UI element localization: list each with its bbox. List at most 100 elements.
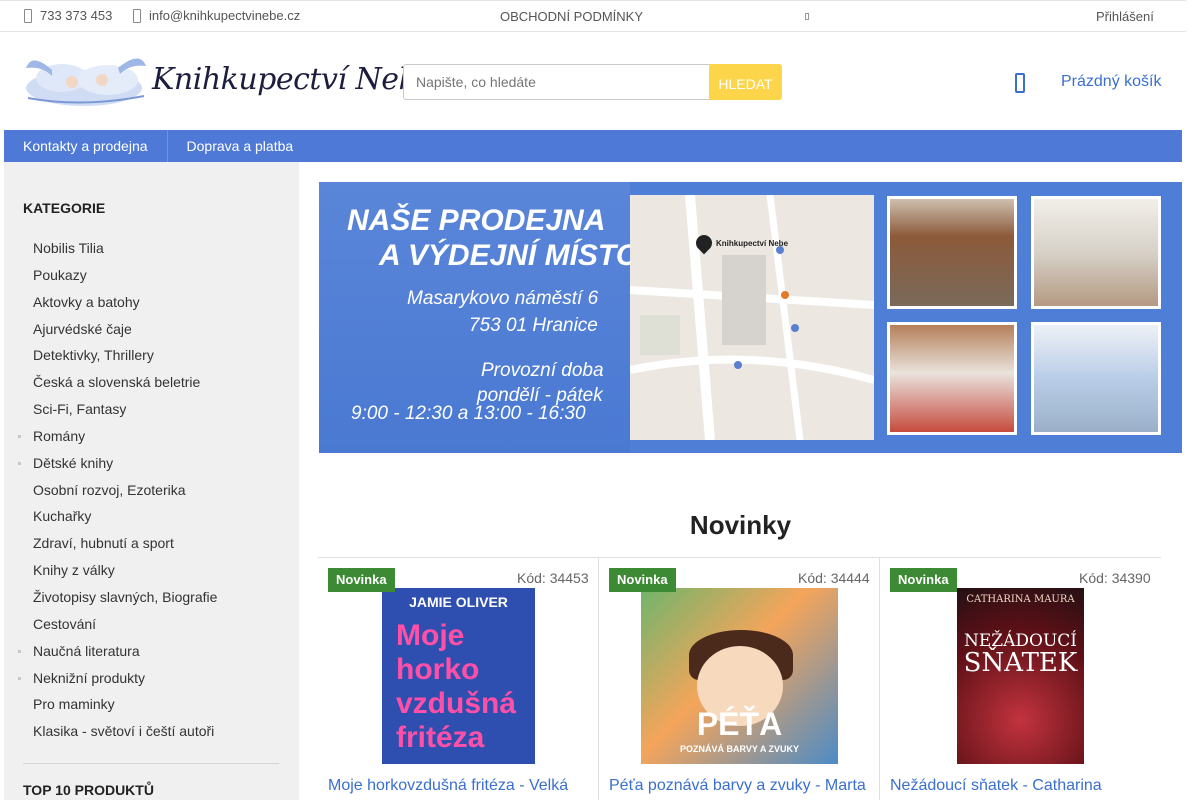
category-item[interactable]: Detektivky, Thrillery (4, 342, 299, 369)
nav-item-contacts[interactable]: Kontakty a prodejna (4, 130, 168, 162)
product-card[interactable]: PÉŤA POZNÁVÁ BARVY A ZVUKY Novinka Kód: … (599, 557, 880, 800)
category-item[interactable]: Naučná literatura (4, 638, 299, 665)
category-item[interactable]: Cestování (4, 611, 299, 638)
product-card[interactable]: JAMIE OLIVER Moje horko vzdušná fritéza … (318, 557, 599, 800)
terms-link[interactable]: OBCHODNÍ PODMÍNKY (500, 9, 643, 24)
search-button[interactable]: HLEDAT (709, 64, 782, 100)
top-products-title: TOP 10 PRODUKTŮ (23, 782, 154, 798)
category-label[interactable]: Nobilis Tilia (33, 240, 104, 256)
cart-label[interactable]: Prázdný košík (1061, 73, 1161, 91)
category-label[interactable]: Ajurvédské čaje (33, 321, 132, 337)
section-title-novinky: Novinky (689, 510, 792, 540)
category-label[interactable]: Životopisy slavných, Biografie (33, 589, 217, 605)
category-label[interactable]: Cestování (33, 616, 96, 632)
banner-title-line2: A VÝDEJNÍ MÍSTO (379, 239, 640, 272)
cart-icon[interactable] (1015, 73, 1025, 93)
category-item[interactable]: Kuchařky (4, 503, 299, 530)
category-item[interactable]: Sci-Fi, Fantasy (4, 396, 299, 423)
product-cover[interactable]: JAMIE OLIVER Moje horko vzdušná fritéza (382, 588, 535, 764)
dropdown-toggle-icon[interactable] (805, 13, 809, 20)
category-item[interactable]: Nobilis Tilia (4, 235, 299, 262)
category-item[interactable]: Dětské knihy (4, 450, 299, 477)
new-badge: Novinka (890, 568, 957, 592)
cover-title-line: fritéza (396, 721, 485, 754)
category-label[interactable]: Poukazy (33, 267, 87, 283)
banner-title-line1: NAŠE PRODEJNA (347, 204, 606, 237)
category-item[interactable]: Knihy z války (4, 557, 299, 584)
store-banner[interactable]: NAŠE PRODEJNA A VÝDEJNÍ MÍSTO Masarykovo… (319, 182, 1182, 453)
cover-author: CATHARINA MAURA (966, 594, 1075, 605)
login-link[interactable]: Přihlášení (1096, 9, 1154, 24)
category-label[interactable]: Klasika - světoví i čeští autoři (33, 723, 214, 739)
category-label[interactable]: Dětské knihy (33, 455, 113, 471)
expand-bullet-icon[interactable] (18, 461, 21, 465)
cover-title-line: Moje (396, 619, 465, 652)
category-label[interactable]: Aktovky a batohy (33, 294, 140, 310)
expand-bullet-icon[interactable] (18, 676, 21, 680)
category-label[interactable]: Detektivky, Thrillery (33, 347, 154, 363)
banner-address-line2: 753 01 Hranice (469, 315, 598, 336)
product-code: Kód: 34444 (798, 570, 870, 586)
main-nav: Kontakty a prodejna Doprava a platba (4, 130, 1182, 162)
category-item[interactable]: Zdraví, hubnutí a sport (4, 530, 299, 557)
category-label[interactable]: Neknižní produkty (33, 670, 145, 686)
nav-item-shipping[interactable]: Doprava a platba (168, 130, 313, 162)
cover-title: PÉŤA (696, 706, 783, 742)
cover-subtitle: POZNÁVÁ BARVY A ZVUKY (679, 744, 800, 754)
category-item[interactable]: Neknižní produkty (4, 665, 299, 692)
logo-text[interactable]: Knihkupectví Nebe (152, 62, 435, 97)
phone-contact[interactable]: 733 373 453 (24, 8, 112, 23)
cover-title-line: vzdušná (396, 687, 517, 720)
category-item[interactable]: Aktovky a batohy (4, 289, 299, 316)
new-badge: Novinka (609, 568, 676, 592)
search-input[interactable] (403, 64, 709, 100)
category-item[interactable]: Poukazy (4, 262, 299, 289)
category-item[interactable]: Romány (4, 423, 299, 450)
sidebar: KATEGORIE Nobilis Tilia Poukazy Aktovky … (4, 162, 299, 800)
map-streets (630, 195, 874, 440)
category-label[interactable]: Sci-Fi, Fantasy (33, 401, 126, 417)
category-label[interactable]: Kuchařky (33, 508, 91, 524)
email-icon (133, 8, 141, 23)
category-label[interactable]: Zdraví, hubnutí a sport (33, 535, 174, 551)
email-address[interactable]: info@knihkupectvinebe.cz (149, 8, 300, 23)
product-name[interactable]: Nežádoucí sňatek - Catharina (890, 777, 1102, 795)
product-name[interactable]: Péťa poznává barvy a zvuky - Marta (609, 777, 866, 795)
product-name[interactable]: Moje horkovzdušná fritéza - Velká (328, 777, 568, 795)
category-label[interactable]: Česká a slovenská beletrie (33, 374, 200, 390)
banner-hours-line1: Provozní doba (481, 360, 604, 381)
category-item[interactable]: Klasika - světoví i čeští autoři (4, 718, 299, 745)
new-badge: Novinka (328, 568, 395, 592)
category-label[interactable]: Pro maminky (33, 696, 115, 712)
product-list: JAMIE OLIVER Moje horko vzdušná fritéza … (318, 557, 1181, 800)
category-item[interactable]: Životopisy slavných, Biografie (4, 584, 299, 611)
banner-text-panel: NAŠE PRODEJNA A VÝDEJNÍ MÍSTO Masarykovo… (319, 182, 639, 453)
expand-bullet-icon[interactable] (18, 649, 21, 653)
category-item[interactable]: Osobní rozvoj, Ezoterika (4, 477, 299, 504)
store-photo-reading-corner (1031, 322, 1161, 435)
product-card[interactable]: CATHARINA MAURA NEŽÁDOUCÍ SŇATEK Novinka… (880, 557, 1161, 800)
search-form: HLEDAT (403, 64, 782, 100)
banner-hours-line3: 9:00 - 12:30 a 13:00 - 16:30 (351, 403, 586, 424)
category-item[interactable]: Pro maminky (4, 691, 299, 718)
expand-bullet-icon[interactable] (18, 434, 21, 438)
angel-clouds-icon (26, 58, 146, 106)
banner-address-line1: Masarykovo náměstí 6 (407, 288, 599, 309)
email-contact[interactable]: info@knihkupectvinebe.cz (133, 8, 300, 23)
product-code: Kód: 34453 (517, 570, 589, 586)
category-item[interactable]: Ajurvédské čaje (4, 316, 299, 343)
product-cover[interactable]: PÉŤA POZNÁVÁ BARVY A ZVUKY (641, 588, 838, 764)
phone-icon (24, 8, 32, 23)
category-item[interactable]: Česká a slovenská beletrie (4, 369, 299, 396)
store-photo-interior (1031, 196, 1161, 309)
category-label[interactable]: Naučná literatura (33, 643, 140, 659)
map-pin-label: Knihkupectví Nebe (716, 239, 789, 248)
category-label[interactable]: Romány (33, 428, 85, 444)
product-code: Kód: 34390 (1079, 570, 1151, 586)
phone-number[interactable]: 733 373 453 (40, 8, 112, 23)
cover-author: JAMIE OLIVER (409, 594, 508, 610)
product-cover[interactable]: CATHARINA MAURA NEŽÁDOUCÍ SŇATEK (957, 588, 1084, 764)
category-label[interactable]: Knihy z války (33, 562, 115, 578)
category-label[interactable]: Osobní rozvoj, Ezoterika (33, 482, 186, 498)
sidebar-divider (23, 763, 279, 764)
